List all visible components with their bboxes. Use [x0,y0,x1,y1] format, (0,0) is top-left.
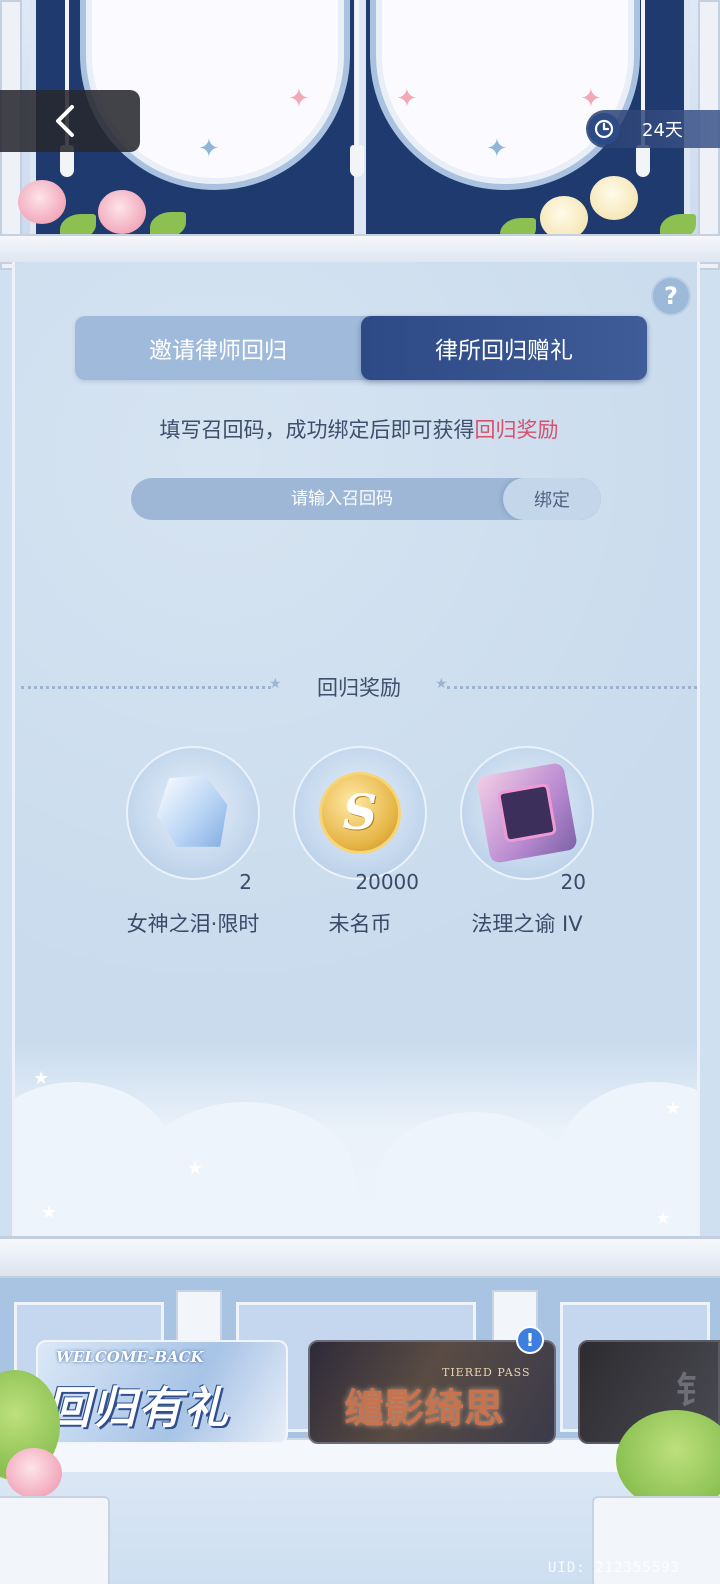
tab-return-gift[interactable]: 律所回归赠礼 [361,316,647,380]
third-banner-title: 钅 [676,1371,713,1412]
reward-icon-frame: S 20000 [293,746,427,894]
star-icon: ★ [33,1068,50,1089]
sparkle-icon: ✦ [486,134,508,164]
rewards-section-title: 回归奖励 [317,676,401,700]
tiered-banner-title: 缱影绮思 [344,1385,504,1432]
help-button[interactable]: ? [651,276,691,316]
welcome-banner-title: 回归有礼 [46,1383,230,1434]
tab-invite-lawyer[interactable]: 邀请律师回归 [75,316,361,380]
reward-name: 法理之谕 IV [471,912,583,936]
reward-item[interactable]: 20 法理之谕 IV [442,746,612,938]
sparkle-icon: ✦ [288,84,310,114]
star-icon: ★ [655,1208,672,1229]
star-icon: ★ [665,1098,682,1119]
reward-quantity: 20 [560,870,586,894]
chip-icon [476,762,578,864]
reward-item[interactable]: S 20000 未名币 [275,746,445,938]
curtain-tassel [636,0,650,180]
gem-icon [146,763,240,864]
recall-code-input[interactable] [131,478,503,520]
coin-icon: S [319,772,401,854]
instruction-text: 填写召回码，成功绑定后即可获得回归奖励 [15,414,697,444]
sparkle-icon: ✦ [396,84,418,114]
welcome-back-banner[interactable]: WELCOME-BACK 回归有礼 [36,1340,288,1444]
user-id: UID: 212355593 [547,1560,680,1576]
timer-text: 24天 [642,120,683,141]
rose-decoration [6,1448,62,1498]
star-icon: ★ [187,1158,204,1179]
sparkle-icon: ✦ [198,134,220,164]
countdown-timer: 24天 [586,110,720,148]
rewards-list: 2 女神之泪·限时 S 20000 未名币 20 法理之谕 IV [15,746,697,946]
bind-button[interactable]: 绑定 [503,478,601,520]
tiered-pass-banner[interactable]: TIERED PASS 缱影绮思 [308,1340,556,1444]
chevron-left-icon [56,105,74,137]
reward-name: 女神之泪·限时 [126,912,260,936]
main-panel: ? 邀请律师回归 律所回归赠礼 填写召回码，成功绑定后即可获得回归奖励 绑定 ★… [12,262,700,1236]
reward-icon-frame: 2 [126,746,260,894]
reward-quantity: 2 [239,870,252,894]
panel-ledge [0,1236,720,1278]
instruction-prefix: 填写召回码，成功绑定后即可获得 [159,418,475,442]
reward-quantity: 20000 [355,870,419,894]
instruction-highlight: 回归奖励 [474,418,559,442]
rose-decoration [18,180,66,224]
reward-icon-frame: 20 [460,746,594,894]
rose-decoration [98,190,146,234]
reward-item[interactable]: 2 女神之泪·限时 [108,746,278,938]
back-button[interactable] [0,90,140,152]
star-icon: ★ [41,1202,58,1223]
welcome-banner-subtitle: WELCOME-BACK [56,1348,204,1366]
rose-decoration [590,176,638,220]
curtain-tassel [350,0,364,180]
reward-name: 未名币 [328,912,392,936]
rewards-section-header: ★ ★ 回归奖励 [15,672,697,702]
question-icon: ? [664,282,678,310]
clock-icon [588,113,620,145]
alert-badge-icon: ! [516,1326,544,1354]
sparkle-icon: ✦ [580,84,602,114]
flower-pot [0,1496,110,1584]
recall-code-form: 绑定 [131,478,601,520]
cloud-decoration [15,1042,697,1236]
tab-bar: 邀请律师回归 律所回归赠礼 [75,316,647,380]
window-rail [0,234,720,264]
